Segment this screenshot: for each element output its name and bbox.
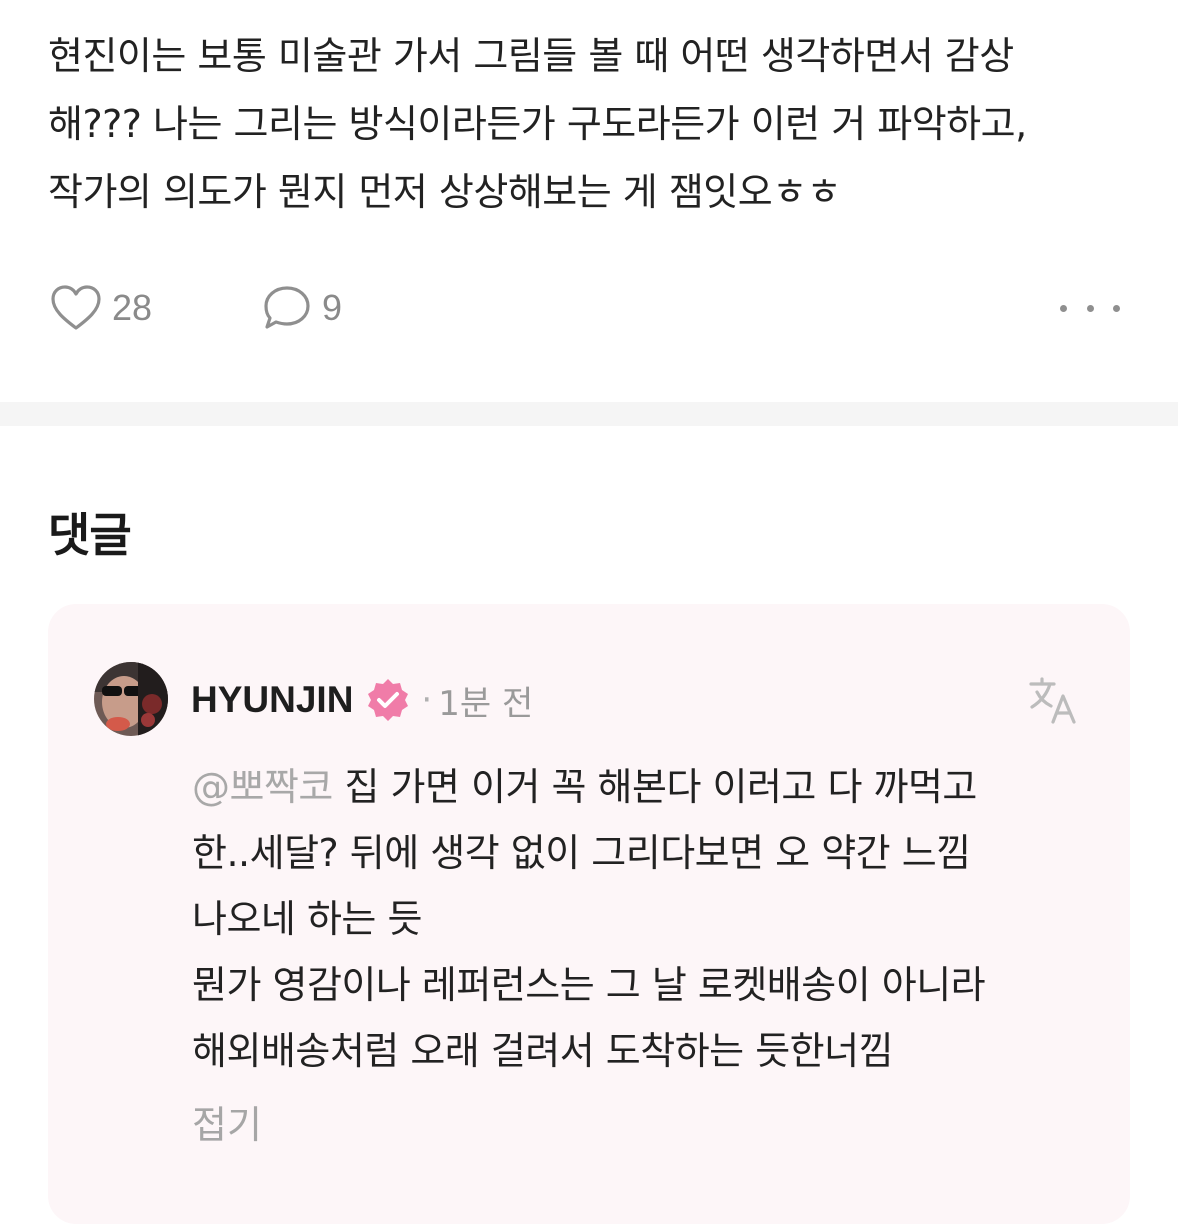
verified-badge-icon [368, 679, 409, 721]
avatar-image [94, 662, 168, 736]
post-text-line: 현진이는 보통 미술관 가서 그림들 볼 때 어떤 생각하면서 감상 [48, 34, 1014, 78]
translate-button[interactable] [1028, 676, 1078, 730]
like-count: 28 [112, 287, 153, 328]
post-text-line: 작가의 의도가 뭔지 먼저 상상해보는 게 잼잇오ㅎㅎ [48, 170, 842, 214]
section-divider [0, 402, 1178, 426]
comment-header: HYUNJIN · 1분 전 [191, 668, 533, 732]
more-options-button[interactable] [1060, 280, 1120, 336]
comments-section-title: 댓글 [48, 508, 132, 562]
comment-text-line: 해외배송처럼 오래 걸려서 도착하는 듯한너낌 [192, 1029, 894, 1073]
comment-button[interactable]: 9 [262, 280, 342, 336]
comment-count: 9 [322, 287, 343, 328]
more-horizontal-icon [1060, 304, 1067, 312]
comment-text-line: 뭔가 영감이나 레퍼런스는 그 날 로켓배송이 아니라 [192, 963, 986, 1007]
speech-bubble-icon [264, 286, 310, 329]
comment-text-segment: 집 가면 이거 꼭 해본다 이러고 다 까먹고 [332, 765, 977, 809]
post-text-line: 해??? 나는 그리는 방식이라든가 구도라든가 이런 거 파악하고, [48, 102, 1027, 146]
more-horizontal-icon [1113, 304, 1120, 312]
avatar[interactable] [94, 662, 168, 736]
like-button[interactable]: 28 [50, 280, 152, 336]
collapse-button[interactable]: 접기 [192, 1092, 262, 1158]
more-horizontal-icon [1086, 304, 1094, 312]
comment-text-line: 나오네 하는 듯 [192, 897, 422, 941]
translate-icon [1029, 677, 1076, 724]
post-actions: 28 9 [48, 280, 1130, 336]
time-separator: · [421, 680, 433, 720]
post-body: 현진이는 보통 미술관 가서 그림들 볼 때 어떤 생각하면서 감상 해??? … [48, 22, 1138, 226]
comment-card: HYUNJIN · 1분 전 @뽀짝코 집 가면 이거 꼭 해본다 이러고 다 … [48, 604, 1130, 1224]
comment-timestamp: 1분 전 [438, 683, 534, 724]
comment-text-line: @뽀짝코 집 가면 이거 꼭 해본다 이러고 다 까먹고 [192, 754, 1092, 820]
heart-outline-icon [51, 285, 101, 330]
author-name[interactable]: HYUNJIN [191, 679, 353, 721]
comment-text-line: 한..세달? 뒤에 생각 없이 그리다보면 오 약간 느낌 [192, 831, 971, 875]
mention-link[interactable]: @뽀짝코 [192, 765, 333, 809]
comment-body: @뽀짝코 집 가면 이거 꼭 해본다 이러고 다 까먹고 한..세달? 뒤에 생… [192, 754, 1092, 1084]
